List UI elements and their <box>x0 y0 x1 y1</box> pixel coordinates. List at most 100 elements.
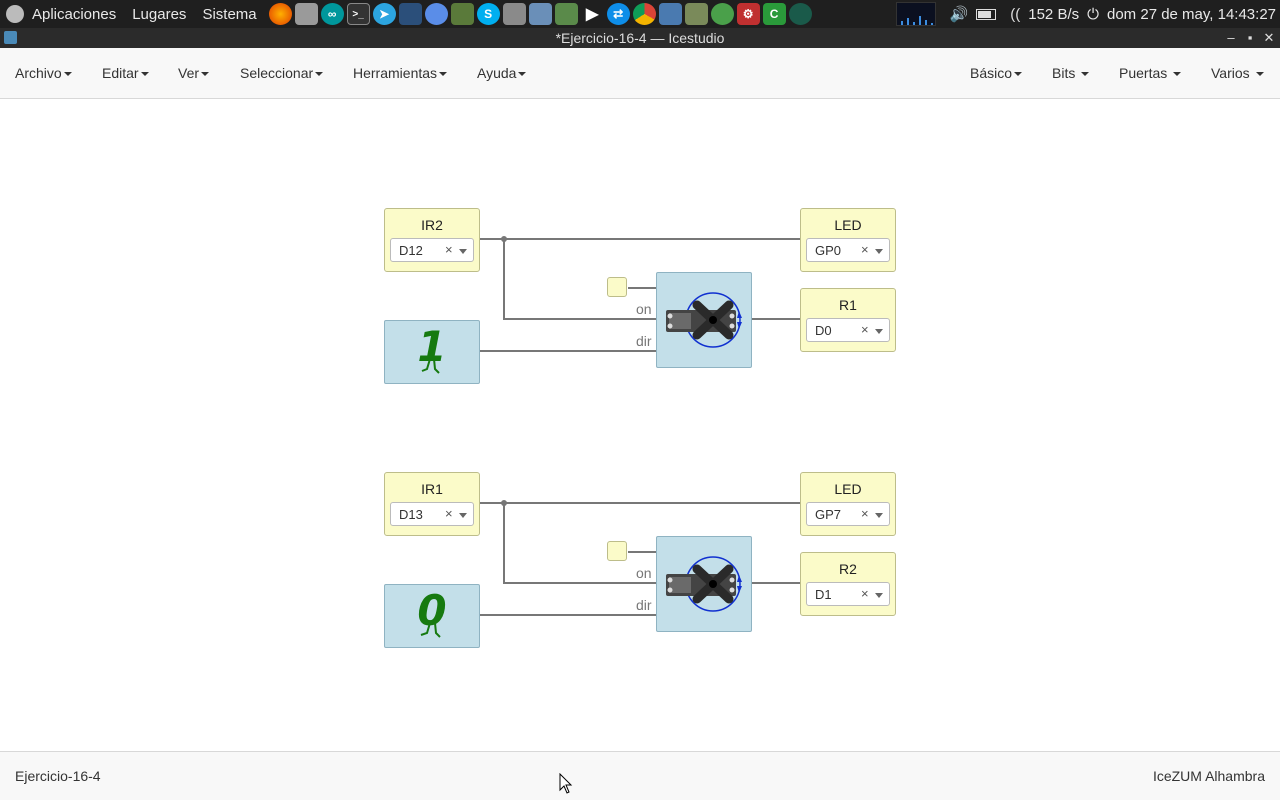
output-block-r2[interactable]: R2 D1 × <box>800 552 896 616</box>
chrome-icon[interactable] <box>632 3 656 25</box>
c-icon[interactable]: C <box>762 3 786 25</box>
window-title: *Ejercicio-16-4 — Icestudio <box>555 30 725 46</box>
distro-logo-icon[interactable] <box>6 5 24 23</box>
dropdown-icon[interactable] <box>875 329 883 334</box>
files-icon[interactable] <box>294 3 318 25</box>
pin-select[interactable]: GP7 × <box>806 502 890 526</box>
port-label-on: on <box>636 301 652 317</box>
wire[interactable] <box>503 582 656 584</box>
telegram-icon[interactable]: ➤ <box>372 3 396 25</box>
window-titlebar[interactable]: *Ejercicio-16-4 — Icestudio – ▪ ✕ <box>0 28 1280 48</box>
gear-icon[interactable]: ⚙ <box>736 3 760 25</box>
servo-block[interactable] <box>656 536 752 632</box>
firefox-icon[interactable] <box>268 3 292 25</box>
servo-block[interactable] <box>656 272 752 368</box>
dropdown-icon[interactable] <box>875 593 883 598</box>
menu-editar[interactable]: Editar <box>102 48 149 99</box>
wire[interactable] <box>503 239 505 320</box>
constant-input-box[interactable] <box>607 277 627 297</box>
wifi-icon[interactable]: (( <box>1010 6 1020 23</box>
pin-select[interactable]: D1 × <box>806 582 890 606</box>
minimize-button[interactable]: – <box>1222 28 1240 48</box>
network-graph <box>895 2 936 26</box>
clover-icon[interactable] <box>710 3 734 25</box>
menu-aplicaciones[interactable]: Aplicaciones <box>24 6 124 23</box>
design-canvas[interactable]: IR2 D12 × LED GP0 × R1 D0 × 1 on dir IR1… <box>0 99 1280 751</box>
output-block-r1[interactable]: R1 D0 × <box>800 288 896 352</box>
settings-icon[interactable] <box>684 3 708 25</box>
wire[interactable] <box>751 582 801 584</box>
clear-icon[interactable]: × <box>861 242 869 257</box>
pin-value: D0 <box>815 323 832 338</box>
icestudio-app-icon <box>4 31 17 44</box>
pin-select[interactable]: D12 × <box>390 238 474 262</box>
calculator-icon[interactable] <box>502 3 526 25</box>
clear-icon[interactable]: × <box>861 506 869 521</box>
wire[interactable] <box>751 318 801 320</box>
volume-icon[interactable]: 🔊 <box>950 5 969 23</box>
maps-icon[interactable] <box>658 3 682 25</box>
constant-block-0[interactable]: 0 <box>384 584 480 648</box>
system-panel: Aplicaciones Lugares Sistema ∞ >_ ➤ S ▶ … <box>0 0 1280 28</box>
arduino-icon[interactable]: ∞ <box>320 3 344 25</box>
power-icon[interactable]: ⏻ <box>1087 6 1099 23</box>
menu-herramientas[interactable]: Herramientas <box>353 48 448 99</box>
input-block-ir2[interactable]: IR2 D12 × <box>384 208 480 272</box>
constant-block-1[interactable]: 1 <box>384 320 480 384</box>
menu-archivo[interactable]: Archivo <box>15 48 72 99</box>
dropdown-icon[interactable] <box>875 513 883 518</box>
play-icon[interactable]: ▶ <box>581 3 604 25</box>
wire[interactable] <box>479 614 656 616</box>
menu-lugares[interactable]: Lugares <box>124 6 194 23</box>
tools-icon[interactable] <box>450 3 474 25</box>
app-menubar: Archivo Editar Ver Seleccionar Herramien… <box>0 48 1280 99</box>
block-label: IR2 <box>421 217 443 233</box>
menu-ayuda[interactable]: Ayuda <box>477 48 527 99</box>
board-name[interactable]: IceZUM Alhambra <box>1153 768 1265 784</box>
dropdown-icon[interactable] <box>459 249 467 254</box>
menu-basico[interactable]: Básico <box>970 48 1023 99</box>
close-button[interactable]: ✕ <box>1260 28 1278 48</box>
menu-sistema[interactable]: Sistema <box>194 6 264 23</box>
clear-icon[interactable]: × <box>445 506 453 521</box>
wire[interactable] <box>479 502 801 504</box>
output-block-led[interactable]: LED GP0 × <box>800 208 896 272</box>
gitkraken-icon[interactable] <box>788 3 812 25</box>
wire[interactable] <box>479 238 801 240</box>
clear-icon[interactable]: × <box>861 586 869 601</box>
menu-bits[interactable]: Bits <box>1052 48 1090 99</box>
pin-select[interactable]: D13 × <box>390 502 474 526</box>
skype-icon[interactable]: S <box>476 3 500 25</box>
battery-icon[interactable] <box>976 8 997 20</box>
menu-varios[interactable]: Varios <box>1211 48 1264 99</box>
wire[interactable] <box>503 503 505 584</box>
wire[interactable] <box>479 350 656 352</box>
chromium-icon[interactable] <box>424 3 448 25</box>
block-label: R1 <box>839 297 857 313</box>
monitor-icon[interactable] <box>398 3 422 25</box>
clear-icon[interactable]: × <box>861 322 869 337</box>
input-block-ir1[interactable]: IR1 D13 × <box>384 472 480 536</box>
terminal-icon[interactable]: >_ <box>346 3 370 25</box>
pin-select[interactable]: D0 × <box>806 318 890 342</box>
pin-select[interactable]: GP0 × <box>806 238 890 262</box>
output-block-led[interactable]: LED GP7 × <box>800 472 896 536</box>
spreadsheet-icon[interactable] <box>554 3 578 25</box>
wire[interactable] <box>628 287 656 289</box>
project-name: Ejercicio-16-4 <box>15 768 101 784</box>
menu-puertas[interactable]: Puertas <box>1119 48 1182 99</box>
menu-seleccionar[interactable]: Seleccionar <box>240 48 324 99</box>
virtualbox-icon[interactable] <box>528 3 552 25</box>
clear-icon[interactable]: × <box>445 242 453 257</box>
wire[interactable] <box>628 551 656 553</box>
wire[interactable] <box>503 318 656 320</box>
clock[interactable]: dom 27 de may, 14:43:27 <box>1107 6 1276 23</box>
status-bar: Ejercicio-16-4 IceZUM Alhambra <box>0 751 1280 800</box>
constant-input-box[interactable] <box>607 541 627 561</box>
dropdown-icon[interactable] <box>875 249 883 254</box>
maximize-button[interactable]: ▪ <box>1241 28 1259 48</box>
dropdown-icon[interactable] <box>459 513 467 518</box>
menu-ver[interactable]: Ver <box>178 48 210 99</box>
pin-value: GP0 <box>815 243 842 258</box>
teamviewer-icon[interactable]: ⇄ <box>606 3 630 25</box>
